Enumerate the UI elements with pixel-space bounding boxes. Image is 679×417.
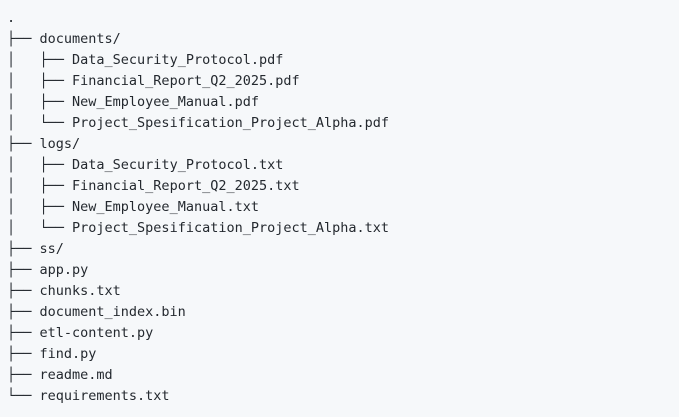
tree-file-name: Project_Spesification_Project_Alpha.txt [72,220,390,236]
tree-line-file: │ ├── New_Employee_Manual.txt [7,197,679,218]
tree-line-file: │ ├── Data_Security_Protocol.txt [7,155,679,176]
tree-line-file: ├── app.py [7,260,679,281]
tree-branch-prefix: │ ├── [7,199,73,215]
tree-branch-prefix: ├── [7,136,40,152]
tree-branch-prefix: ├── [7,262,40,278]
tree-branch-prefix: ├── [7,31,40,47]
tree-branch-prefix: ├── [7,325,40,341]
tree-line-documents: ├── documents/ [7,29,679,50]
tree-line-logs: ├── logs/ [7,134,679,155]
tree-line-file: │ ├── Financial_Report_Q2_2025.txt [7,176,679,197]
tree-branch-prefix: │ ├── [7,52,73,68]
tree-branch-prefix: ├── [7,346,40,362]
tree-line-file: │ ├── Financial_Report_Q2_2025.pdf [7,71,679,92]
tree-file-name: Project_Spesification_Project_Alpha.pdf [72,115,390,131]
tree-last-branch-prefix: └── [7,388,40,404]
tree-line-file: ├── chunks.txt [7,281,679,302]
tree-root-line: . [7,8,679,29]
tree-file-name: Financial_Report_Q2_2025.txt [72,178,300,194]
tree-branch-prefix: │ ├── [7,73,73,89]
tree-file-name: New_Employee_Manual.txt [72,199,259,215]
tree-branch-prefix: ├── [7,304,40,320]
tree-file-name: Financial_Report_Q2_2025.pdf [72,73,300,89]
tree-line-file: ├── readme.md [7,365,679,386]
tree-folder-ss: ss/ [39,241,64,257]
directory-tree-codeblock: . ├── documents/ │ ├── Data_Security_Pro… [0,0,679,417]
tree-file-name: app.py [39,262,89,278]
tree-folder-documents: documents/ [39,31,121,47]
tree-branch-prefix: ├── [7,241,40,257]
tree-line-file: └── requirements.txt [7,386,679,407]
tree-line-file: │ ├── New_Employee_Manual.pdf [7,92,679,113]
tree-file-name: Data_Security_Protocol.txt [72,157,284,173]
tree-line-file: ├── document_index.bin [7,302,679,323]
tree-file-name: find.py [39,346,97,362]
tree-line-file: │ └── Project_Spesification_Project_Alph… [7,218,679,239]
tree-file-name: Data_Security_Protocol.pdf [72,52,284,68]
tree-line-ss: ├── ss/ [7,239,679,260]
tree-line-file: ├── find.py [7,344,679,365]
tree-file-name: readme.md [39,367,113,383]
tree-branch-prefix: ├── [7,283,40,299]
tree-line-file: ├── etl-content.py [7,323,679,344]
tree-branch-prefix: │ ├── [7,178,73,194]
tree-file-name: New_Employee_Manual.pdf [72,94,259,110]
tree-branch-prefix: ├── [7,367,40,383]
tree-branch-prefix: │ ├── [7,94,73,110]
tree-line-file: │ └── Project_Spesification_Project_Alph… [7,113,679,134]
tree-root-dot: . [7,10,16,26]
tree-branch-prefix: │ └── [7,115,73,131]
tree-branch-prefix: │ └── [7,220,73,236]
tree-file-name: etl-content.py [39,325,154,341]
tree-file-name: requirements.txt [39,388,170,404]
tree-file-name: chunks.txt [39,283,121,299]
tree-branch-prefix: │ ├── [7,157,73,173]
tree-folder-logs: logs/ [39,136,81,152]
tree-line-file: │ ├── Data_Security_Protocol.pdf [7,50,679,71]
tree-file-name: document_index.bin [39,304,186,320]
